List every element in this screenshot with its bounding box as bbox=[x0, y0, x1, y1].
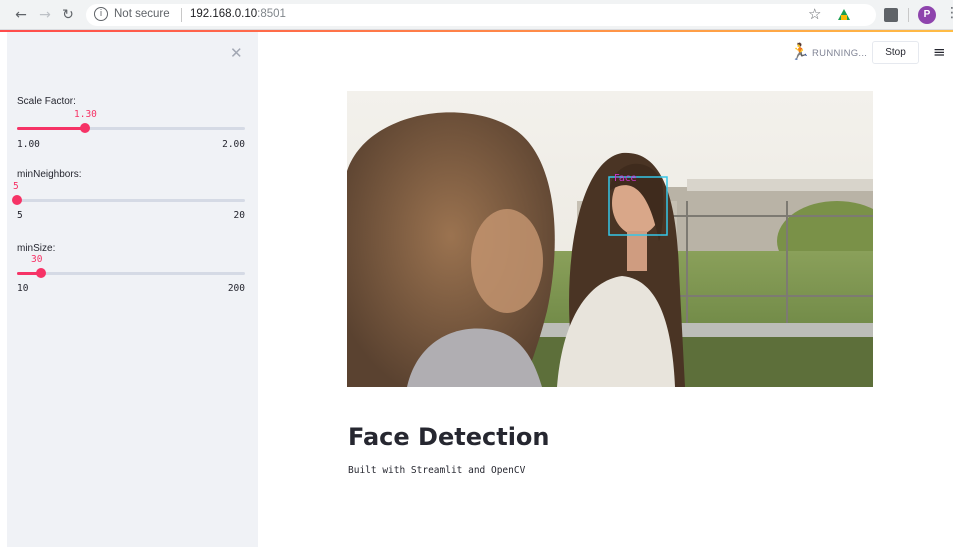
forward-arrow-icon[interactable]: → bbox=[36, 6, 54, 24]
slider-label: minSize: bbox=[17, 243, 56, 254]
running-man-icon: 🏃 bbox=[790, 42, 810, 61]
slider-fill bbox=[17, 127, 86, 130]
slider-label: minNeighbors: bbox=[17, 169, 82, 180]
slider-value: 5 bbox=[13, 181, 19, 192]
slider-max: 2.00 bbox=[222, 139, 245, 150]
slider-label: Scale Factor: bbox=[17, 96, 76, 107]
hamburger-menu-icon[interactable]: ≡ bbox=[933, 43, 946, 61]
reload-icon[interactable]: ↻ bbox=[59, 6, 77, 24]
slider-track[interactable] bbox=[17, 272, 245, 275]
back-arrow-icon[interactable]: ← bbox=[12, 6, 30, 24]
slider-track[interactable] bbox=[17, 127, 245, 130]
toolbar-divider bbox=[908, 8, 909, 22]
sidebar: ✕ Scale Factor: 1.30 1.00 2.00 minNeighb… bbox=[7, 32, 258, 547]
security-label: Not secure bbox=[114, 8, 170, 20]
browser-toolbar: ← → ↻ i Not secure 192.168.0.10:8501 ☆ P… bbox=[0, 0, 953, 30]
slider-min: 5 bbox=[17, 210, 23, 221]
slider-thumb[interactable] bbox=[12, 195, 22, 205]
slider-max: 20 bbox=[233, 210, 245, 221]
slider-value: 1.30 bbox=[74, 109, 97, 120]
address-bar[interactable]: i Not secure 192.168.0.10:8501 bbox=[86, 4, 876, 26]
slider-max: 200 bbox=[227, 283, 245, 294]
page-title: Face Detection bbox=[348, 423, 550, 451]
slider-thumb[interactable] bbox=[80, 123, 91, 133]
close-sidebar-icon[interactable]: ✕ bbox=[230, 44, 243, 62]
browser-menu-icon[interactable]: ⋮ bbox=[945, 5, 953, 21]
slider-value: 30 bbox=[31, 254, 43, 265]
slider-thumb[interactable] bbox=[35, 268, 46, 278]
bookmark-star-icon[interactable]: ☆ bbox=[808, 5, 821, 23]
detection-image: Face bbox=[347, 91, 873, 387]
slider-track[interactable] bbox=[17, 199, 245, 202]
info-icon[interactable]: i bbox=[94, 7, 108, 21]
slider-min: 1.00 bbox=[17, 139, 40, 150]
stop-button[interactable]: Stop bbox=[872, 41, 919, 64]
slider-min: 10 bbox=[17, 283, 29, 294]
running-status: RUNNING... bbox=[812, 48, 868, 59]
google-drive-icon[interactable] bbox=[838, 9, 850, 20]
profile-avatar[interactable]: P bbox=[918, 6, 936, 24]
page-subtitle: Built with Streamlit and OpenCV bbox=[348, 465, 526, 476]
url-text: 192.168.0.10:8501 bbox=[190, 8, 286, 20]
address-divider bbox=[181, 8, 182, 22]
extension-icon[interactable] bbox=[884, 8, 898, 22]
face-detection-label: Face bbox=[614, 173, 637, 184]
